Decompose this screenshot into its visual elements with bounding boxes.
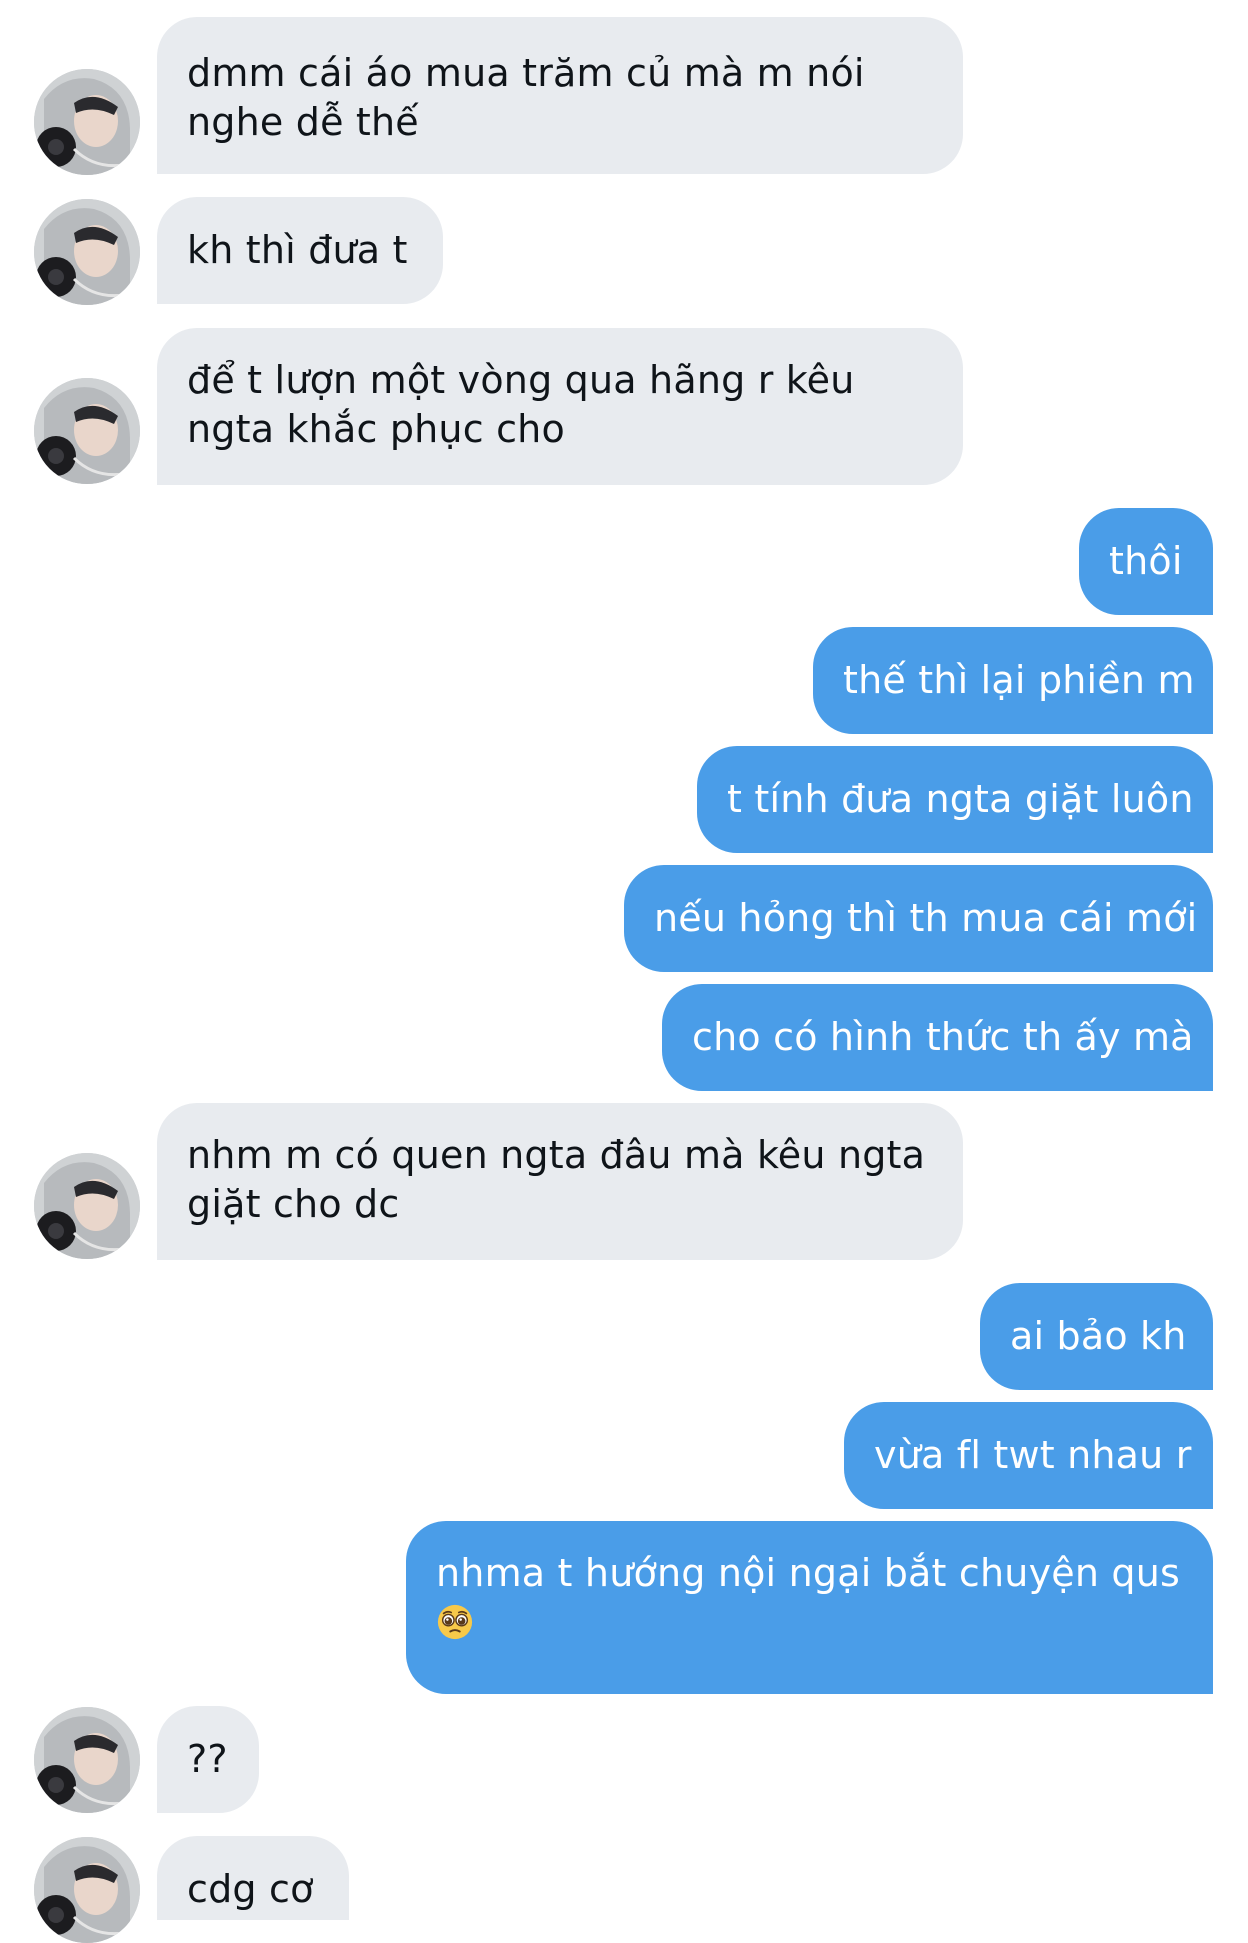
message-bubble-outgoing[interactable]: cho có hình thức th ấy mà: [662, 984, 1213, 1091]
sender-avatar[interactable]: [34, 69, 140, 175]
avatar-photo-icon: [34, 378, 140, 484]
message-text: ai bảo kh: [1010, 1314, 1187, 1358]
message-text: nếu hỏng thì th mua cái mới: [654, 896, 1198, 940]
message-bubble-outgoing[interactable]: vừa fl twt nhau r: [844, 1402, 1213, 1509]
message-text: vừa fl twt nhau r: [874, 1433, 1192, 1477]
message-text: nhma t hướng nội ngại bắt chuyện qus: [436, 1551, 1181, 1595]
message-bubble-outgoing[interactable]: thế thì lại phiền m: [813, 627, 1213, 734]
message-bubble-incoming[interactable]: cdg cơ: [157, 1836, 349, 1920]
sender-avatar[interactable]: [34, 1707, 140, 1813]
message-bubble-incoming[interactable]: nhm m có quen ngta đâu mà kêu ngta giặt …: [157, 1103, 963, 1260]
message-bubble-outgoing[interactable]: nhma t hướng nội ngại bắt chuyện qus: [406, 1521, 1213, 1694]
message-bubble-outgoing[interactable]: nếu hỏng thì th mua cái mới: [624, 865, 1213, 972]
message-text: để t lượn một vòng qua hãng r kêu: [187, 358, 855, 402]
message-text: ngta khắc phục cho: [187, 407, 565, 451]
message-bubble-outgoing[interactable]: ai bảo kh: [980, 1283, 1213, 1390]
avatar-photo-icon: [34, 199, 140, 305]
sender-avatar[interactable]: [34, 199, 140, 305]
avatar-photo-icon: [34, 1707, 140, 1813]
message-text: nghe dễ thế: [187, 100, 419, 144]
message-thread: dmm cái áo mua trăm củ mà m nói nghe dễ …: [0, 0, 1248, 1943]
message-bubble-outgoing[interactable]: t tính đưa ngta giặt luôn: [697, 746, 1213, 853]
avatar-photo-icon: [34, 1837, 140, 1943]
avatar-photo-icon: [34, 1153, 140, 1259]
message-bubble-incoming[interactable]: kh thì đưa t: [157, 197, 443, 304]
message-text: cdg cơ: [187, 1867, 314, 1911]
message-bubble-outgoing[interactable]: thôi: [1079, 508, 1213, 615]
sender-avatar[interactable]: [34, 1837, 140, 1943]
message-text: thế thì lại phiền m: [843, 658, 1195, 702]
message-bubble-incoming[interactable]: ??: [157, 1706, 259, 1813]
pleading-face-emoji-icon: [437, 1604, 473, 1640]
message-text: dmm cái áo mua trăm củ mà m nói: [187, 51, 865, 95]
message-text: nhm m có quen ngta đâu mà kêu ngta: [187, 1133, 926, 1177]
sender-avatar[interactable]: [34, 1153, 140, 1259]
message-text: thôi: [1109, 539, 1183, 583]
message-text: kh thì đưa t: [187, 228, 408, 272]
message-bubble-incoming[interactable]: để t lượn một vòng qua hãng r kêu ngta k…: [157, 328, 963, 485]
message-bubble-incoming[interactable]: dmm cái áo mua trăm củ mà m nói nghe dễ …: [157, 17, 963, 174]
message-emoji-line: [436, 1598, 1183, 1647]
message-text: t tính đưa ngta giặt luôn: [727, 777, 1194, 821]
message-text: giặt cho dc: [187, 1182, 400, 1226]
message-text: ??: [187, 1737, 228, 1781]
avatar-photo-icon: [34, 69, 140, 175]
sender-avatar[interactable]: [34, 378, 140, 484]
message-text: cho có hình thức th ấy mà: [692, 1015, 1194, 1059]
